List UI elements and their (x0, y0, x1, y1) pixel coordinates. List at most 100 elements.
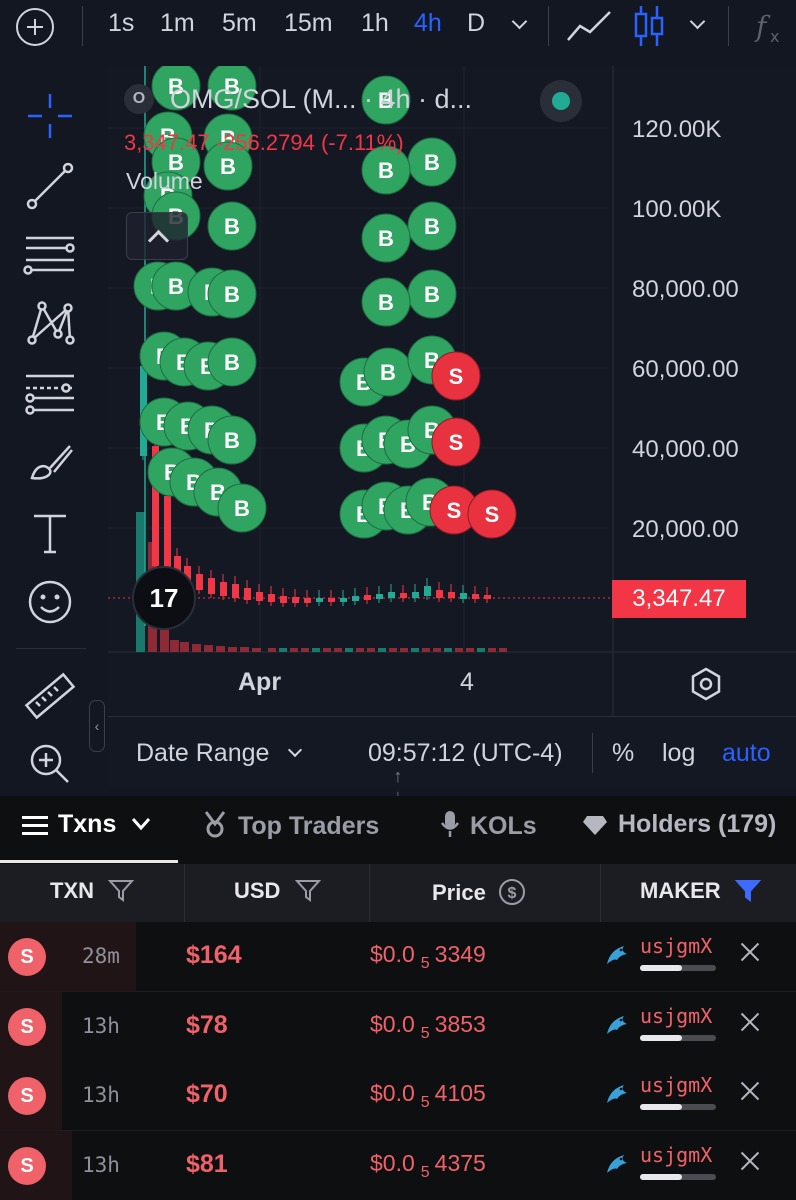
candle-body (424, 586, 431, 596)
fib-projection-icon[interactable] (22, 364, 78, 420)
svg-text:f: f (754, 10, 771, 43)
legend-title[interactable]: OMG/SOL (M... · 4h · d... (170, 84, 472, 115)
txn-usd: $164 (186, 941, 242, 969)
txn-usd: $70 (186, 1080, 228, 1108)
candle-body (232, 584, 239, 598)
tab-label: Holders (179) (618, 810, 777, 838)
close-icon[interactable] (738, 1079, 762, 1103)
svg-text:x: x (770, 27, 779, 46)
pattern-tool-icon[interactable] (22, 294, 78, 350)
volume-bar (400, 648, 408, 652)
column-header-price[interactable]: Price $ (432, 878, 526, 906)
dolphin-wallet-icon (607, 946, 627, 964)
candle-body (244, 588, 251, 600)
intervals-chevron-down-icon[interactable] (511, 13, 528, 30)
horizontal-lines-icon[interactable] (22, 226, 78, 282)
legend-collapse-chevron-up-icon[interactable] (126, 212, 188, 260)
price-chart[interactable]: BBBBBBBBBBBBBBBBBBBBBBBBBBBBBBBBBBBBBBBB… (108, 66, 796, 786)
buy-marker-label: B (378, 226, 394, 251)
chart-settings-hexagon-icon[interactable] (688, 666, 724, 702)
table-row[interactable]: S 13h $81 $0.0 5 4375 usjgmX (0, 1130, 796, 1200)
price-axis-label: 40,000.00 (632, 436, 739, 463)
table-row[interactable]: S 13h $70 $0.0 5 4105 usjgmX (0, 1061, 796, 1131)
date-range-chevron-down-icon[interactable] (287, 742, 303, 758)
candle-body (364, 595, 371, 600)
txn-usd: $81 (186, 1149, 228, 1178)
table-row[interactable]: S 28m $164 $0.0 5 3349 usjgmX (0, 922, 796, 992)
tab-holders[interactable]: Holders (179) (582, 810, 776, 839)
buy-marker-label: B (224, 428, 240, 453)
legend-volume-label[interactable]: Volume (126, 168, 203, 195)
emoji-icon[interactable] (22, 574, 78, 630)
market-status-icon[interactable] (540, 80, 582, 122)
clock-time[interactable]: 09:57:12 (UTC-4) (368, 739, 563, 768)
log-scale-toggle[interactable]: log (662, 739, 695, 768)
zoom-in-icon[interactable] (22, 736, 78, 792)
volume-bar (367, 648, 375, 652)
auto-scale-toggle[interactable]: auto (722, 739, 771, 768)
filter-active-icon[interactable] (734, 878, 762, 902)
volume-bar (301, 648, 309, 652)
volume-bar (252, 648, 261, 652)
brush-icon[interactable] (22, 434, 78, 490)
column-header-maker[interactable]: MAKER (640, 878, 762, 904)
volume-bar (499, 648, 507, 652)
maker-address[interactable]: usjgmX (640, 1004, 712, 1028)
price-digits: 3349 (434, 941, 486, 967)
close-icon[interactable] (738, 1149, 762, 1173)
indicators-fx-icon[interactable]: f x (754, 6, 790, 46)
maker-address[interactable]: usjgmX (640, 1143, 712, 1167)
tab-label: Txns (58, 810, 117, 838)
interval-1d[interactable]: D (467, 9, 485, 38)
interval-15m[interactable]: 15m (284, 9, 333, 38)
volume-bar (216, 646, 225, 652)
close-icon[interactable] (738, 1010, 762, 1034)
add-symbol-plus-icon[interactable] (16, 8, 54, 46)
candle-chart-type-icon[interactable] (632, 4, 666, 48)
candle-body (196, 574, 203, 590)
time-axis-label: Apr (238, 668, 282, 696)
filter-icon[interactable] (294, 878, 321, 902)
interval-5m[interactable]: 5m (222, 9, 257, 38)
chart-canvas[interactable]: BBBBBBBBBBBBBBBBBBBBBBBBBBBBBBBBBBBBBBBB… (108, 66, 796, 716)
volume-bar (228, 647, 237, 652)
line-chart-type-icon[interactable] (566, 10, 612, 42)
buy-marker-label: B (380, 360, 396, 385)
interval-1h[interactable]: 1h (361, 9, 389, 38)
column-header-label: TXN (50, 878, 94, 903)
column-header-usd[interactable]: USD (234, 878, 321, 904)
dollar-circle-icon[interactable]: $ (498, 878, 526, 906)
tradingview-logo[interactable]: 17 (132, 566, 196, 630)
crosshair-icon[interactable] (22, 88, 78, 144)
table-row[interactable]: S 13h $78 $0.0 5 3853 usjgmX (0, 991, 796, 1062)
price-prefix: $0.0 (370, 1149, 415, 1176)
volume-bar (411, 648, 419, 652)
chevron-down-icon (132, 818, 151, 831)
trend-line-icon[interactable] (22, 158, 78, 214)
maker-address[interactable]: usjgmX (640, 1073, 712, 1097)
price-prefix: $0.0 (370, 1010, 415, 1037)
volume-bar (312, 648, 320, 652)
close-icon[interactable] (738, 940, 762, 964)
maker-address[interactable]: usjgmX (640, 934, 712, 958)
chart-type-chevron-down-icon[interactable] (689, 13, 706, 30)
date-range-button[interactable]: Date Range (136, 739, 269, 768)
percent-scale-toggle[interactable]: % (612, 739, 634, 768)
ruler-measure-icon[interactable] (22, 668, 78, 724)
toolbar-collapse-handle[interactable]: ‹ (89, 700, 105, 752)
maker-holding-fill (640, 965, 682, 971)
sell-marker-label: S (449, 430, 464, 455)
tab-kols[interactable]: KOLs (440, 810, 537, 841)
dolphin-wallet-icon (607, 1015, 627, 1034)
interval-1m[interactable]: 1m (160, 9, 195, 38)
interval-1s[interactable]: 1s (108, 9, 134, 38)
tab-txns[interactable]: Txns (22, 810, 151, 839)
buy-marker-label: B (220, 154, 236, 179)
filter-icon[interactable] (107, 878, 135, 902)
symbol-badge: O (124, 84, 154, 114)
text-tool-icon[interactable] (22, 506, 78, 562)
column-header-txn[interactable]: TXN (50, 878, 135, 904)
tab-top-traders[interactable]: Top Traders (202, 810, 379, 841)
txn-age: 28m (82, 944, 120, 968)
interval-4h[interactable]: 4h (414, 9, 442, 38)
